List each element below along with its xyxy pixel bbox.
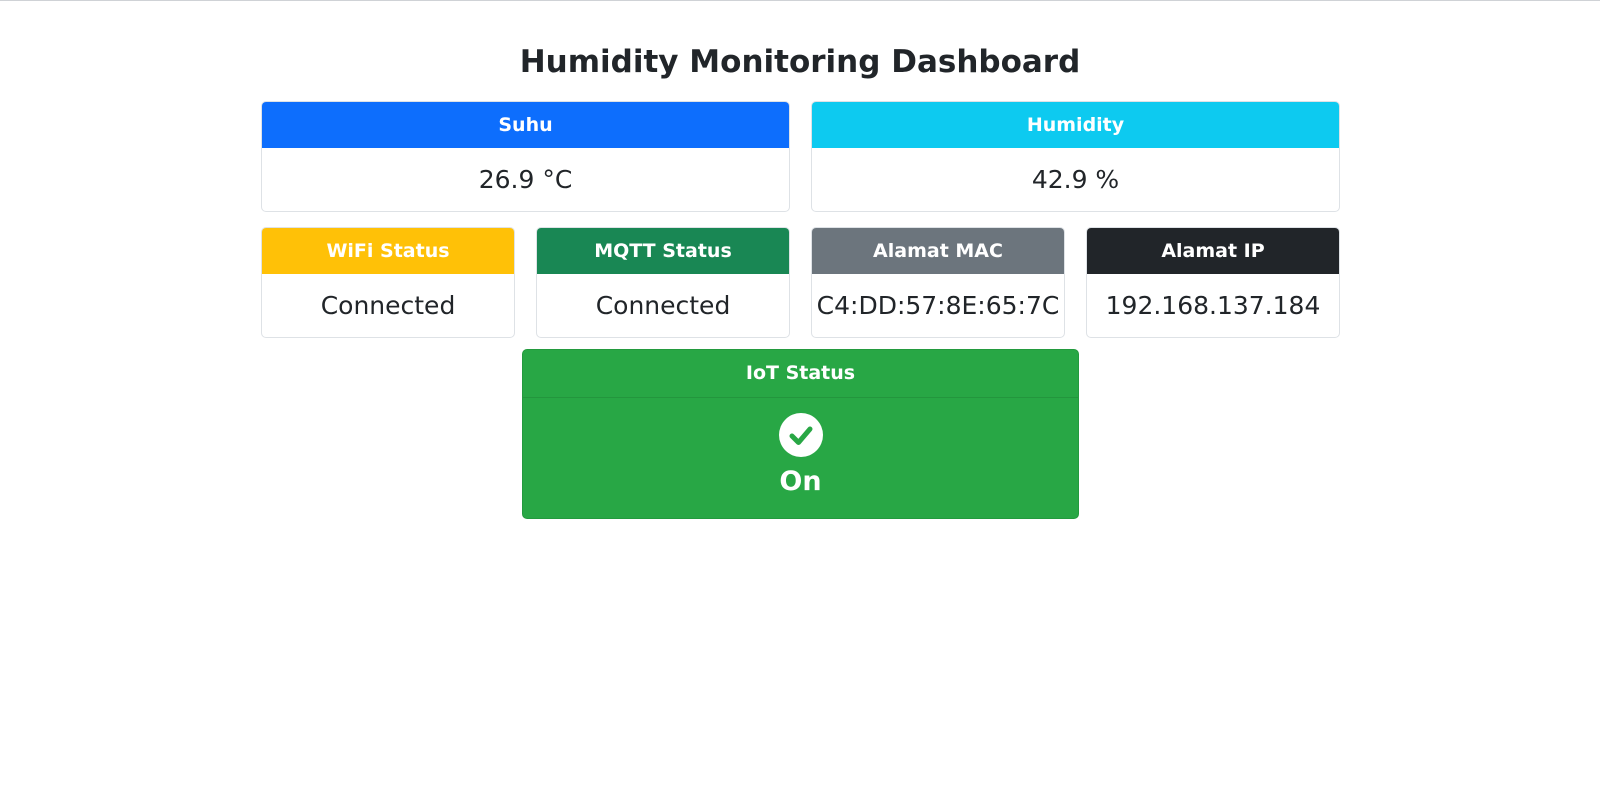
ip-address-header: Alamat IP xyxy=(1087,228,1339,274)
temperature-card-header: Suhu xyxy=(262,102,789,148)
ip-address-card: Alamat IP 192.168.137.184 xyxy=(1086,227,1340,338)
mqtt-status-card: MQTT Status Connected xyxy=(536,227,790,338)
iot-status-value: On xyxy=(779,466,822,497)
iot-status-card: IoT Status On xyxy=(522,349,1079,519)
humidity-card-header: Humidity xyxy=(812,102,1339,148)
page-title: Humidity Monitoring Dashboard xyxy=(519,44,1081,80)
wifi-status-value: Connected xyxy=(320,291,456,320)
temperature-card: Suhu 26.9 °C xyxy=(261,101,790,212)
check-circle-icon xyxy=(779,413,823,457)
mqtt-status-header: MQTT Status xyxy=(537,228,789,274)
humidity-value: 42.9 % xyxy=(1031,165,1120,194)
mac-address-value: C4:DD:57:8E:65:7C xyxy=(816,291,1060,320)
ip-address-value: 192.168.137.184 xyxy=(1105,291,1321,320)
temperature-value: 26.9 °C xyxy=(478,165,573,194)
wifi-status-header: WiFi Status xyxy=(262,228,514,274)
mqtt-status-value: Connected xyxy=(595,291,731,320)
iot-status-header: IoT Status xyxy=(523,350,1078,398)
mac-address-header: Alamat MAC xyxy=(812,228,1064,274)
mac-address-card: Alamat MAC C4:DD:57:8E:65:7C xyxy=(811,227,1065,338)
humidity-card: Humidity 42.9 % xyxy=(811,101,1340,212)
wifi-status-card: WiFi Status Connected xyxy=(261,227,515,338)
top-border xyxy=(0,0,1600,1)
